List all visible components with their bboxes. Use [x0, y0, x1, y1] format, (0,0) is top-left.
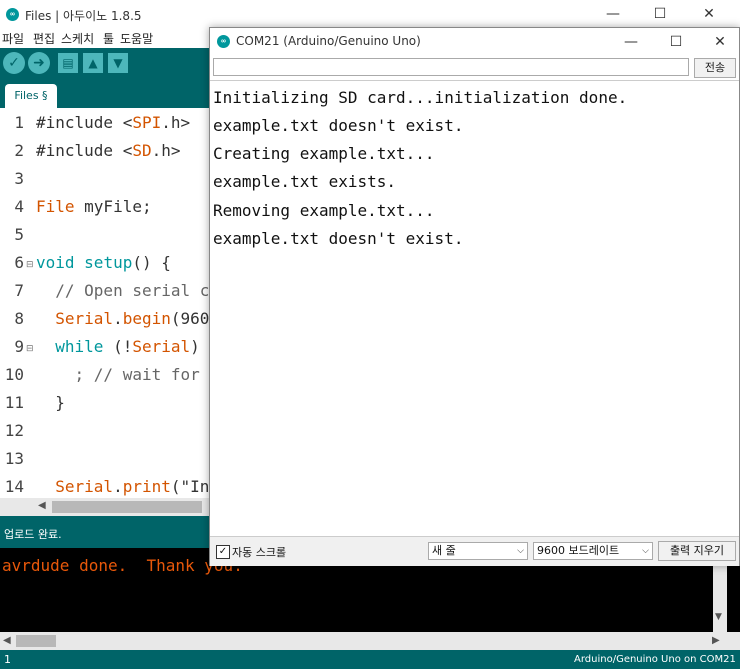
- code-line: #include <SD.h>: [36, 141, 181, 160]
- line-number: 10: [4, 365, 24, 384]
- serial-output-line: example.txt exists.: [213, 172, 397, 191]
- serial-window-title: COM21 (Arduino/Genuino Uno): [236, 34, 421, 48]
- menu-tools[interactable]: 툴: [103, 30, 114, 47]
- line-number: 4: [14, 197, 24, 216]
- upload-arrow-icon[interactable]: ➜: [28, 52, 50, 74]
- line-number: 6: [14, 253, 24, 272]
- line-number: 14: [4, 477, 24, 496]
- baud-rate-select[interactable]: 9600 보드레이트 ⌵: [533, 542, 653, 560]
- autoscroll-checkbox[interactable]: ✓: [216, 545, 230, 559]
- scrollbar-thumb[interactable]: [52, 501, 202, 513]
- line-number: 3: [14, 169, 24, 188]
- code-line: ; // wait for: [36, 365, 200, 384]
- serial-bottom-bar: ✓ 자동 스크롤 새 줄 ⌵ 9600 보드레이트 ⌵ 출력 지우기: [210, 536, 739, 566]
- console-text: avrdude done. Thank you.: [2, 556, 243, 575]
- code-line: #include <SPI.h>: [36, 113, 191, 132]
- code-line: // Open serial c: [36, 281, 210, 300]
- minimize-icon[interactable]: —: [590, 0, 636, 28]
- serial-output-line: Creating example.txt...: [213, 144, 435, 163]
- serial-output-line: example.txt doesn't exist.: [213, 229, 464, 248]
- new-file-icon[interactable]: ▤: [58, 53, 78, 73]
- serial-output-line: Removing example.txt...: [213, 201, 435, 220]
- save-arrow-down-icon[interactable]: ▼: [108, 53, 128, 73]
- line-number: 2: [14, 141, 24, 160]
- arduino-logo-icon: ∞: [217, 35, 230, 48]
- serial-output-area: Initializing SD card...initialization do…: [210, 80, 739, 537]
- line-number: 8: [14, 309, 24, 328]
- baud-rate-value: 9600 보드레이트: [537, 544, 620, 557]
- open-arrow-up-icon[interactable]: ▲: [83, 53, 103, 73]
- verify-check-icon[interactable]: ✓: [3, 52, 25, 74]
- scroll-right-icon[interactable]: ▶: [712, 635, 720, 646]
- send-button[interactable]: 전송: [694, 58, 736, 78]
- footer-bar: 1 Arduino/Genuino Uno on COM21: [0, 650, 740, 669]
- scroll-left-icon[interactable]: ◀: [3, 635, 11, 646]
- fold-toggle-icon[interactable]: ⊟: [26, 260, 34, 270]
- scroll-left-icon[interactable]: ◀: [38, 500, 46, 511]
- menu-sketch[interactable]: 스케치: [61, 30, 94, 47]
- maximize-icon[interactable]: ☐: [653, 28, 699, 56]
- line-ending-value: 새 줄: [432, 544, 456, 557]
- minimize-icon[interactable]: —: [608, 28, 654, 56]
- serial-send-input[interactable]: [213, 58, 689, 76]
- serial-output-line: example.txt doesn't exist.: [213, 116, 464, 135]
- chevron-down-icon: ⌵: [642, 546, 649, 556]
- line-number: 5: [14, 225, 24, 244]
- scroll-down-icon[interactable]: ▼: [715, 612, 722, 622]
- fold-toggle-icon[interactable]: ⊟: [26, 344, 34, 354]
- close-icon[interactable]: ✕: [686, 0, 732, 28]
- console-horizontal-scrollbar[interactable]: ◀ ▶: [0, 632, 740, 650]
- chevron-down-icon: ⌵: [517, 546, 524, 556]
- tab-files[interactable]: Files §: [5, 84, 57, 108]
- status-message: 업로드 완료.: [4, 528, 62, 541]
- line-number-gutter: 1 2 3 4 5 6 7 8 9 10 11 12 13 14 ⊟ ⊟: [0, 108, 34, 498]
- code-line: Serial.print("In: [55, 477, 210, 496]
- line-number: 1: [14, 113, 24, 132]
- line-ending-select[interactable]: 새 줄 ⌵: [428, 542, 528, 560]
- line-number: 9: [14, 337, 24, 356]
- serial-output-line: Initializing SD card...initialization do…: [213, 88, 628, 107]
- line-number: 12: [4, 421, 24, 440]
- autoscroll-label: 자동 스크롤: [232, 546, 287, 559]
- maximize-icon[interactable]: ☐: [637, 0, 683, 28]
- board-port-info: Arduino/Genuino Uno on COM21: [574, 654, 736, 665]
- code-line: }: [36, 393, 65, 412]
- close-icon[interactable]: ✕: [697, 28, 740, 56]
- cursor-line-number: 1: [4, 653, 11, 666]
- serial-titlebar: ∞ COM21 (Arduino/Genuino Uno) — ☐ ✕: [210, 28, 739, 56]
- menu-edit[interactable]: 편집: [33, 30, 55, 47]
- line-number: 13: [4, 449, 24, 468]
- code-line: while (!Serial): [55, 337, 200, 356]
- serial-monitor-window: ∞ COM21 (Arduino/Genuino Uno) — ☐ ✕ 전송 I…: [209, 27, 740, 566]
- code-line: void setup() {: [36, 253, 171, 272]
- menu-help[interactable]: 도움말: [120, 30, 153, 47]
- scrollbar-thumb[interactable]: [16, 635, 56, 647]
- ide-titlebar: ∞ Files | 아두이노 1.8.5 — ☐ ✕: [0, 0, 740, 28]
- clear-output-button[interactable]: 출력 지우기: [658, 541, 736, 561]
- line-number: 11: [4, 393, 24, 412]
- menu-file[interactable]: 파일: [2, 30, 24, 47]
- code-line: Serial.begin(960: [55, 309, 210, 328]
- ide-window-title: Files | 아두이노 1.8.5: [25, 9, 142, 23]
- line-number: 7: [14, 281, 24, 300]
- arduino-logo-icon: ∞: [6, 8, 19, 21]
- code-line: File myFile;: [36, 197, 152, 216]
